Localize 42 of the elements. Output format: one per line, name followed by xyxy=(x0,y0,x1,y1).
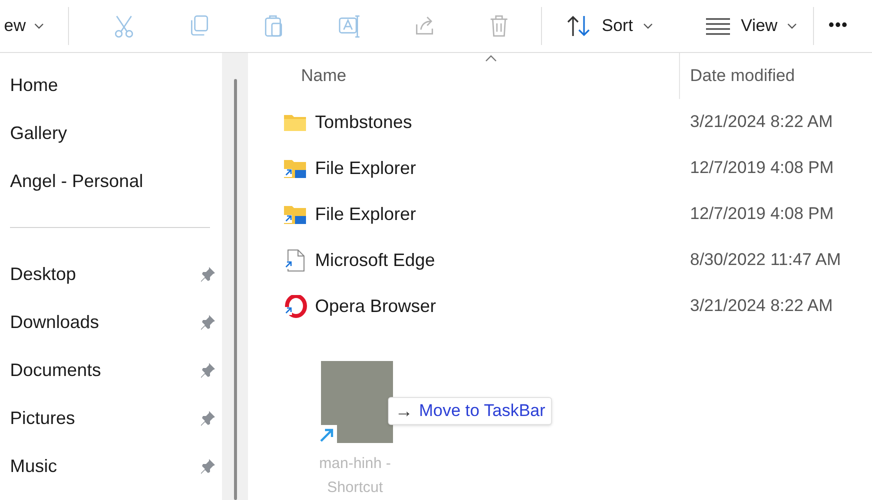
sidebar-item[interactable]: Music xyxy=(0,442,222,490)
sidebar-item[interactable]: Angel - Personal xyxy=(0,157,222,205)
file-row[interactable]: File Explorer 12/7/2019 4:08 PM xyxy=(248,145,872,191)
date-modified: 3/21/2024 8:22 AM xyxy=(689,111,833,134)
file-name: File Explorer xyxy=(315,202,416,226)
date-modified: 8/30/2022 11:47 AM xyxy=(689,249,841,272)
more-button[interactable]: ••• xyxy=(828,6,848,46)
chevron-down-icon xyxy=(34,23,44,29)
view-button[interactable]: View xyxy=(692,6,810,46)
date-modified: 12/7/2019 4:08 PM xyxy=(689,203,834,226)
arrow-glyph: → xyxy=(395,400,413,422)
sort-ascending-icon xyxy=(485,55,498,62)
opera-shortcut-icon xyxy=(283,294,307,318)
file-row[interactable]: Tombstones 3/21/2024 8:22 AM xyxy=(248,99,872,145)
view-list-icon xyxy=(704,17,731,35)
file-name: Opera Browser xyxy=(315,294,436,318)
sidebar-item[interactable]: Downloads xyxy=(0,298,222,346)
rename-icon xyxy=(337,14,362,38)
sidebar-item[interactable]: Pictures xyxy=(0,394,222,442)
file-name: Microsoft Edge xyxy=(315,248,436,272)
chevron-down-icon xyxy=(642,23,653,29)
sidebar-item[interactable]: Home xyxy=(0,61,222,109)
file-name: Tombstones xyxy=(315,110,412,134)
sidebar-item[interactable]: Gallery xyxy=(0,109,222,157)
file-row[interactable]: Opera Browser 3/21/2024 8:22 AM xyxy=(248,283,872,329)
scrollbar-thumb[interactable] xyxy=(234,79,236,500)
file-row[interactable]: File Explorer 12/7/2019 4:08 PM xyxy=(248,191,872,237)
file-name: File Explorer xyxy=(315,156,416,180)
sort-button[interactable]: Sort xyxy=(554,6,665,46)
file-row[interactable]: Microsoft Edge 8/30/2022 11:47 AM xyxy=(248,237,872,283)
sort-icon xyxy=(566,14,592,38)
column-header[interactable]: Date modified xyxy=(680,53,795,99)
chevron-down-icon xyxy=(787,23,798,29)
drag-item-label: man-hinh - Shortcut xyxy=(318,454,392,498)
column-header[interactable]: Name xyxy=(248,53,680,99)
file-shortcut-icon xyxy=(283,248,307,272)
sidebar-item[interactable]: Desktop xyxy=(0,250,222,298)
date-modified: 12/7/2019 4:08 PM xyxy=(689,157,834,180)
new-button[interactable]: ew xyxy=(0,6,54,46)
tooltip-text: Move to TaskBar xyxy=(419,400,546,422)
sidebar-item[interactable]: Documents xyxy=(0,346,222,394)
date-modified: 3/21/2024 8:22 AM xyxy=(689,295,833,318)
